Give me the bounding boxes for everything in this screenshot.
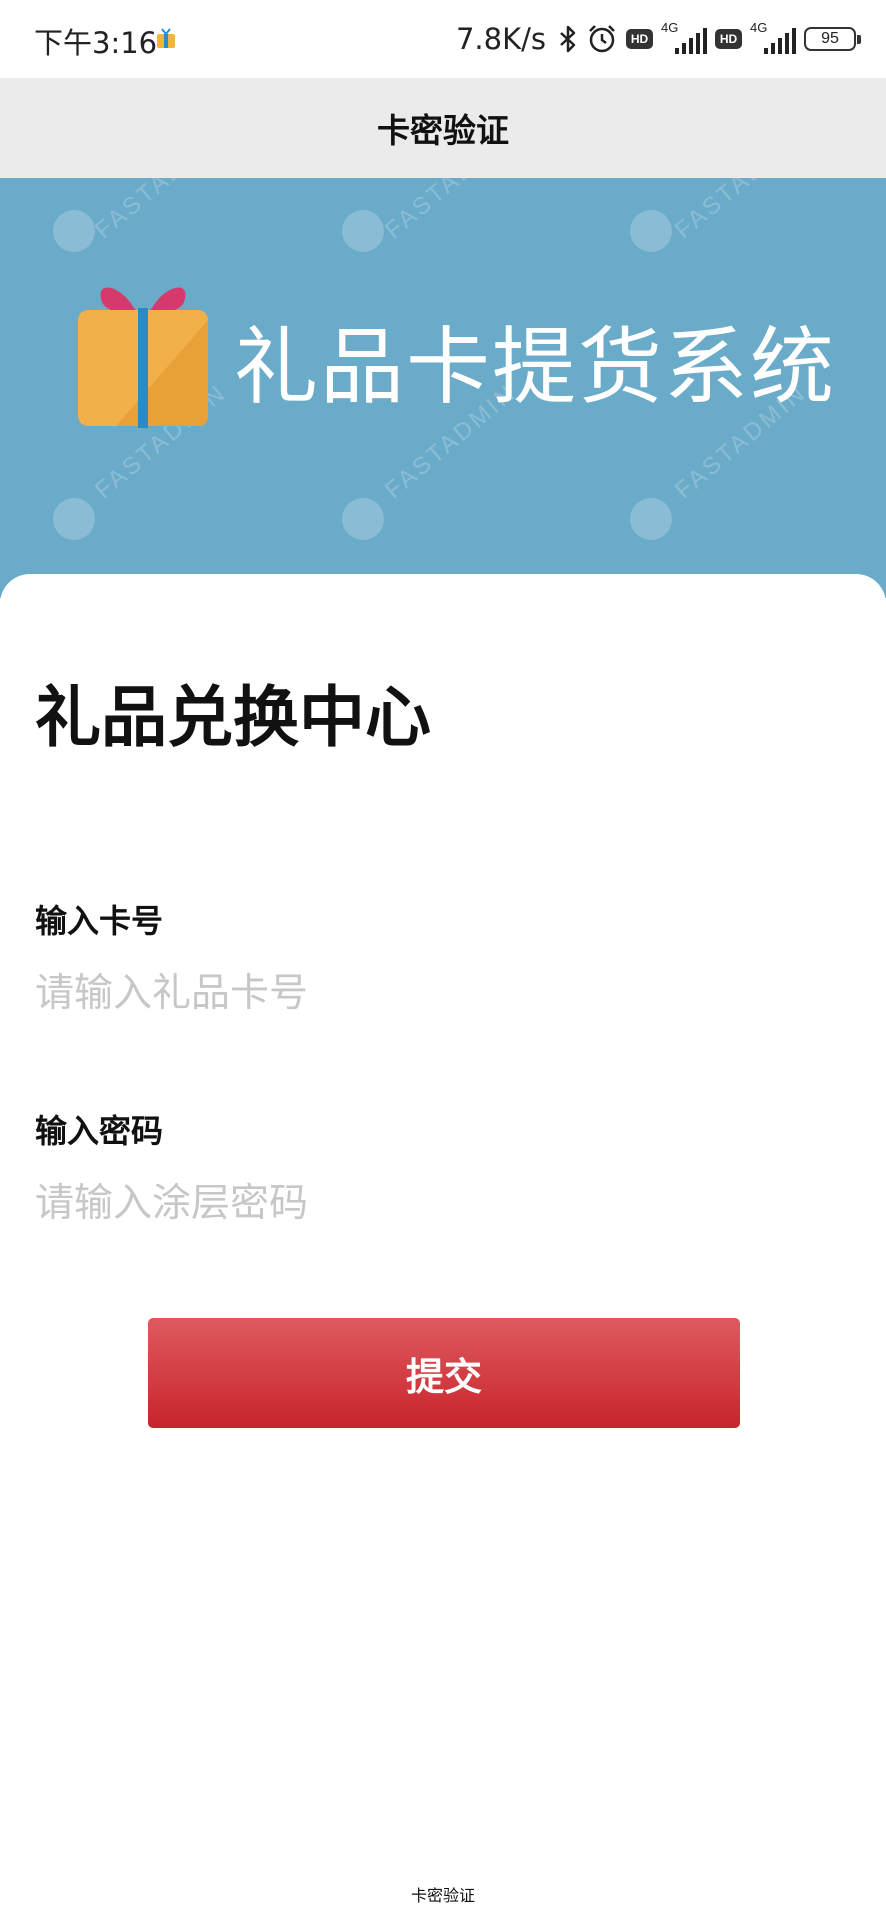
watermark-logo-icon (342, 498, 384, 540)
page-title: 卡密验证 (377, 111, 509, 150)
signal-icon: 4G (661, 20, 707, 56)
alarm-icon (589, 25, 615, 53)
footer-text: 卡密验证 (410, 1886, 475, 1905)
form-card: 礼品兑换中心 输入卡号 输入密码 提交 (0, 574, 886, 1920)
gift-box-icon (78, 287, 208, 428)
status-bar: 下午3:16 7.8K/s HD 4G HD 4G 95 (0, 0, 886, 78)
banner-title: 礼品卡提货系统 (234, 318, 837, 416)
watermark-logo-icon (630, 210, 672, 252)
status-right-group: 7.8K/s HD 4G HD 4G 95 (455, 18, 861, 60)
net-speed: 7.8K/s (455, 22, 546, 56)
submit-button[interactable]: 提交 (148, 1318, 740, 1428)
hd-voice-badge-2: HD (715, 29, 742, 49)
form-heading: 礼品兑换中心 (35, 679, 431, 756)
status-time: 下午3:16 (34, 26, 158, 60)
app-notification-icon (157, 28, 175, 48)
watermark-logo-icon (53, 498, 95, 540)
password-label: 输入密码 (35, 1112, 164, 1150)
banner: FASTADMIN FASTADMIN FASTADMIN FASTADMIN … (0, 178, 886, 598)
bluetooth-icon (560, 25, 576, 53)
watermark-text: FASTADMIN (90, 178, 232, 245)
title-bar: 卡密验证 (0, 78, 886, 178)
signal-icon-2: 4G (750, 20, 796, 56)
card-number-label: 输入卡号 (35, 902, 164, 940)
hd-voice-badge: HD (626, 29, 653, 49)
watermark-logo-icon (342, 210, 384, 252)
card-number-input[interactable] (35, 962, 835, 1024)
watermark-logo-icon (53, 210, 95, 252)
battery-level: 95 (821, 30, 839, 47)
watermark-text: FASTADMIN (670, 178, 812, 245)
watermark-text: FASTADMIN (380, 178, 522, 245)
password-input[interactable] (35, 1172, 835, 1234)
watermark-logo-icon (630, 498, 672, 540)
battery-icon: 95 (804, 27, 861, 51)
